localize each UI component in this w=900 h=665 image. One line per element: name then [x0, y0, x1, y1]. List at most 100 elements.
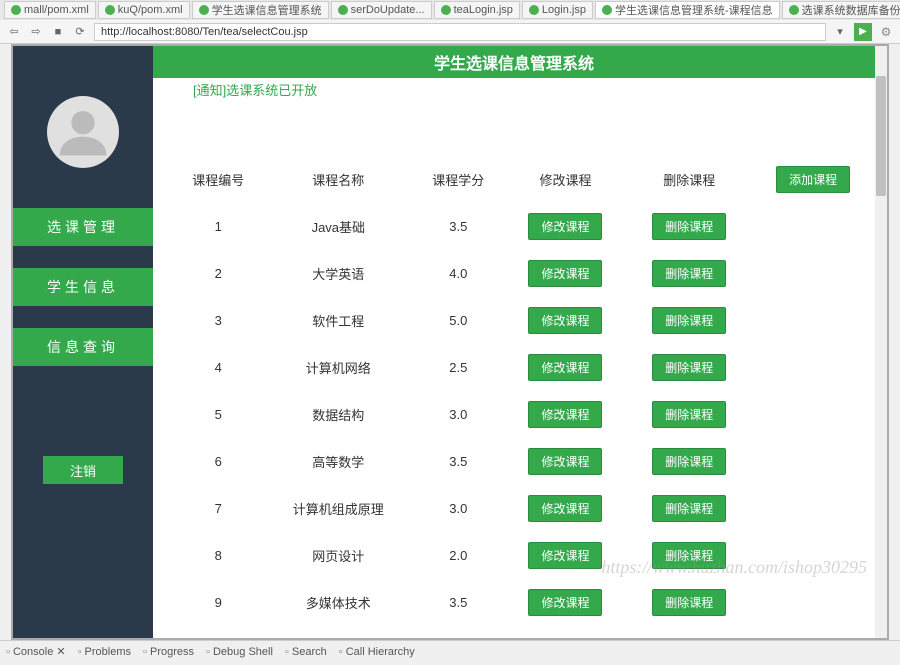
edit-course-button[interactable]: 修改课程 — [528, 307, 602, 334]
address-bar: ⇦ ⇨ ■ ⟳ http://localhost:8080/Ten/tea/se… — [0, 20, 900, 44]
edit-course-button[interactable]: 修改课程 — [528, 401, 602, 428]
cell-name: 高等数学 — [264, 438, 413, 485]
column-header: 删除课程 — [627, 156, 751, 203]
table-row: 7计算机组成原理3.0 修改课程 删除课程 — [173, 485, 875, 532]
settings-icon[interactable]: ⚙ — [878, 24, 894, 40]
edit-course-button[interactable]: 修改课程 — [528, 260, 602, 287]
ide-bottom-panel: ▫ Console ✕ ▫ Problems ▫ Progress ▫ Debug S… — [0, 640, 900, 662]
cell-name: 多媒体技术 — [264, 579, 413, 626]
cell-credit: 3.5 — [413, 579, 504, 626]
table-row: 8网页设计2.0 修改课程 删除课程 — [173, 532, 875, 579]
panel-tab[interactable]: ▫ Call Hierarchy — [339, 646, 415, 658]
cell-name: 软件工程 — [264, 297, 413, 344]
sidebar-item[interactable]: 选课管理 — [13, 208, 153, 246]
tab-icon — [789, 5, 799, 15]
editor-tab[interactable]: 选课系统数据库备份.sql — [782, 1, 900, 19]
edit-course-button[interactable]: 修改课程 — [528, 213, 602, 240]
delete-course-button[interactable]: 删除课程 — [652, 495, 726, 522]
url-input[interactable]: http://localhost:8080/Ten/tea/selectCou.… — [94, 23, 826, 41]
stop-icon[interactable]: ■ — [50, 24, 66, 40]
table-row: 2大学英语4.0修改课程删除课程 — [173, 250, 875, 297]
tab-icon — [441, 5, 451, 15]
cell-id: 7 — [173, 485, 264, 532]
delete-course-button[interactable]: 删除课程 — [652, 307, 726, 334]
edit-course-button[interactable]: 修改课程 — [528, 354, 602, 381]
cell-name: 计算机组成原理 — [264, 485, 413, 532]
add-course-button[interactable]: 添加课程 — [776, 166, 850, 193]
delete-course-button[interactable]: 删除课程 — [652, 448, 726, 475]
delete-course-button[interactable]: 删除课程 — [652, 213, 726, 240]
cell-id: 1 — [173, 203, 264, 250]
cell-id: 5 — [173, 391, 264, 438]
dropdown-icon[interactable]: ▾ — [832, 24, 848, 40]
logout-button[interactable]: 注销 — [43, 456, 123, 484]
browser-viewport: 学生选课信息管理系统 [通知]选课系统已开放 选课管理学生信息信息查询 注销 课… — [11, 44, 889, 640]
delete-course-button[interactable]: 删除课程 — [652, 354, 726, 381]
forward-icon[interactable]: ⇨ — [28, 24, 44, 40]
editor-tab[interactable]: 学生选课信息管理系统 — [192, 1, 329, 19]
cell-id: 9 — [173, 579, 264, 626]
delete-course-button[interactable]: 删除课程 — [652, 542, 726, 569]
delete-course-button[interactable]: 删除课程 — [652, 260, 726, 287]
edit-course-button[interactable]: 修改课程 — [528, 495, 602, 522]
page-title: 学生选课信息管理系统 — [153, 46, 875, 78]
edit-course-button[interactable]: 修改课程 — [528, 448, 602, 475]
avatar — [47, 96, 119, 168]
sidebar-item[interactable]: 信息查询 — [13, 328, 153, 366]
table-row: 4计算机网络2.5 修改课程 删除课程 — [173, 344, 875, 391]
cell-credit: 5.0 — [413, 297, 504, 344]
panel-tab[interactable]: ▫ Progress — [143, 646, 194, 658]
panel-tab[interactable]: ▫ Console ✕ — [6, 645, 66, 658]
cell-name: 大学英语 — [264, 250, 413, 297]
cell-credit: 2.0 — [413, 532, 504, 579]
course-table: 课程编号课程名称课程学分修改课程删除课程添加课程 1Java基础3.5修改课程删… — [173, 156, 875, 626]
cell-credit: 2.5 — [413, 344, 504, 391]
edit-course-button[interactable]: 修改课程 — [528, 589, 602, 616]
cell-credit: 3.5 — [413, 203, 504, 250]
editor-tab[interactable]: kuQ/pom.xml — [98, 1, 190, 19]
tab-icon — [11, 5, 21, 15]
panel-tab[interactable]: ▫ Search — [285, 646, 327, 658]
editor-tab[interactable]: 学生选课信息管理系统-课程信息 — [595, 1, 780, 19]
editor-tab[interactable]: Login.jsp — [522, 1, 593, 19]
scrollbar[interactable] — [875, 46, 887, 638]
table-row: 1Java基础3.5 修改课程 删除课程 — [173, 203, 875, 250]
delete-course-button[interactable]: 删除课程 — [652, 401, 726, 428]
column-header: 课程名称 — [264, 156, 413, 203]
table-row: 5数据结构3.0 修改课程 删除课程 — [173, 391, 875, 438]
column-header: 修改课程 — [504, 156, 628, 203]
panel-tab[interactable]: ▫ Problems — [78, 646, 131, 658]
editor-tab[interactable]: serDoUpdate... — [331, 1, 432, 19]
cell-name: 计算机网络 — [264, 344, 413, 391]
cell-id: 6 — [173, 438, 264, 485]
cell-credit: 3.0 — [413, 391, 504, 438]
scroll-thumb[interactable] — [876, 76, 886, 196]
cell-name: Java基础 — [264, 203, 413, 250]
editor-tab[interactable]: mall/pom.xml — [4, 1, 96, 19]
edit-course-button[interactable]: 修改课程 — [528, 542, 602, 569]
cell-credit: 3.0 — [413, 485, 504, 532]
tab-icon — [602, 5, 612, 15]
column-header: 课程编号 — [173, 156, 264, 203]
editor-tabs: mall/pom.xmlkuQ/pom.xml学生选课信息管理系统serDoUp… — [0, 0, 900, 20]
cell-name: 网页设计 — [264, 532, 413, 579]
run-icon[interactable]: ▶ — [854, 23, 872, 41]
refresh-icon[interactable]: ⟳ — [72, 24, 88, 40]
cell-credit: 3.5 — [413, 438, 504, 485]
tab-icon — [529, 5, 539, 15]
tab-icon — [199, 5, 209, 15]
cell-id: 4 — [173, 344, 264, 391]
cell-id: 3 — [173, 297, 264, 344]
cell-id: 2 — [173, 250, 264, 297]
cell-id: 8 — [173, 532, 264, 579]
tab-icon — [338, 5, 348, 15]
sidebar-menu: 选课管理学生信息信息查询 — [13, 208, 153, 366]
editor-tab[interactable]: teaLogin.jsp — [434, 1, 520, 19]
sidebar-item[interactable]: 学生信息 — [13, 268, 153, 306]
column-header: 课程学分 — [413, 156, 504, 203]
delete-course-button[interactable]: 删除课程 — [652, 589, 726, 616]
tab-icon — [105, 5, 115, 15]
panel-tab[interactable]: ▫ Debug Shell — [206, 646, 273, 658]
cell-name: 数据结构 — [264, 391, 413, 438]
back-icon[interactable]: ⇦ — [6, 24, 22, 40]
